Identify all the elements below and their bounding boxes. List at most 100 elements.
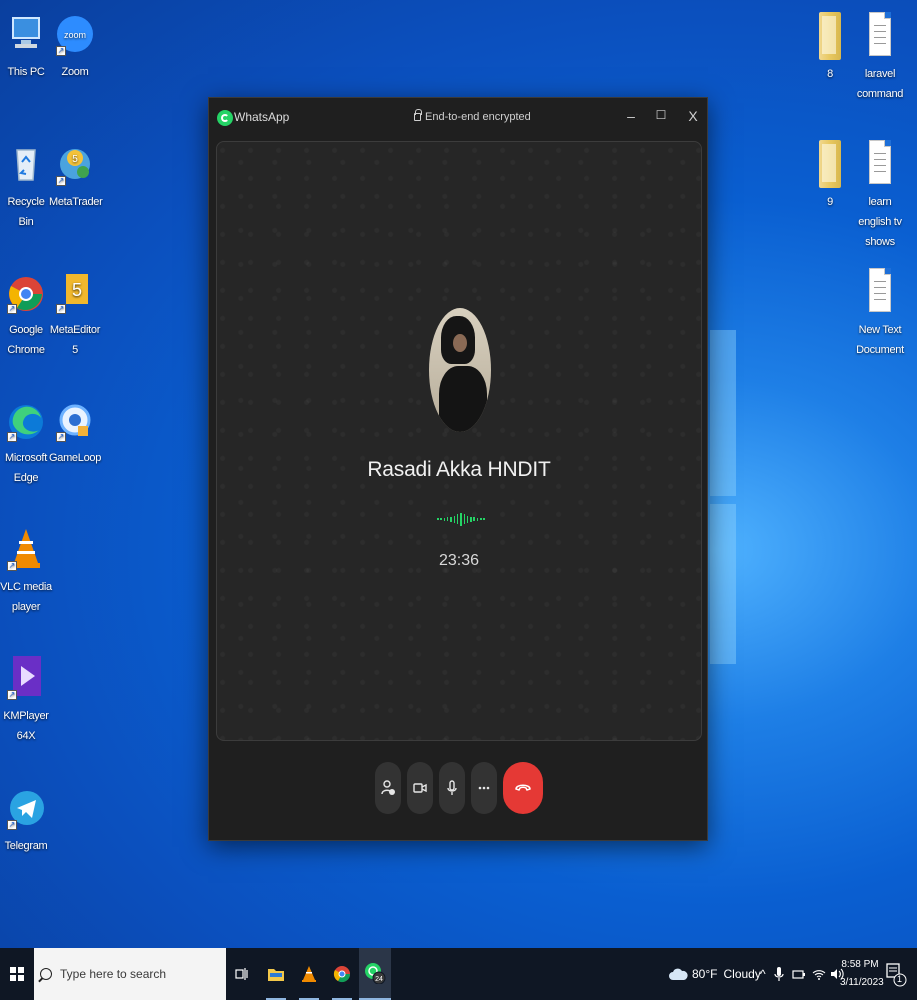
gameloop-icon: ↗: [56, 396, 94, 442]
video-button[interactable]: [407, 762, 433, 814]
tray-expand-icon[interactable]: ^: [760, 967, 766, 981]
desktop-icon-gameloop[interactable]: ↗ GameLoop: [49, 396, 101, 468]
desktop-icon-metaeditor[interactable]: 5 ↗ MetaEditor 5: [49, 268, 101, 360]
folder-icon: [811, 12, 849, 60]
end-call-icon: [515, 784, 531, 791]
end-call-button[interactable]: [503, 762, 543, 814]
clock-time: 8:58 PM: [841, 959, 879, 970]
microphone-in-use-icon[interactable]: [774, 966, 784, 982]
svg-text:zoom: zoom: [64, 30, 86, 40]
search-placeholder: Type here to search: [60, 967, 167, 981]
mute-button[interactable]: [439, 762, 465, 814]
desktop-icon-folder-8[interactable]: 8: [804, 12, 856, 84]
wallpaper-logo-pane: [710, 330, 736, 496]
desktop-icon-vlc[interactable]: ↗ VLC media player: [0, 525, 52, 617]
desktop-icon-metatrader[interactable]: 5 ↗ MetaTrader: [49, 140, 103, 212]
caller-name: Rasadi Akka HNDIT: [367, 458, 551, 481]
taskbar-vlc[interactable]: [293, 948, 325, 1000]
this-pc-icon: [7, 10, 45, 56]
desktop-icon-kmplayer[interactable]: ↗ KMPlayer 64X: [0, 654, 52, 746]
wallpaper-logo-pane: [710, 504, 736, 664]
folder-icon: [811, 140, 849, 188]
cloud-icon: [669, 968, 688, 980]
whatsapp-badge: 24: [375, 976, 383, 983]
vlc-icon: ↗: [7, 525, 45, 571]
taskbar-clock[interactable]: 8:58 PM 3/11/2023: [840, 956, 884, 992]
maximize-button[interactable]: ☐: [650, 108, 672, 122]
desktop-icon-this-pc[interactable]: This PC: [0, 10, 52, 82]
weather-desc: Cloudy: [723, 967, 761, 981]
shortcut-arrow-icon: ↗: [56, 304, 66, 314]
svg-text:5: 5: [72, 154, 78, 165]
minimize-button[interactable]: –: [620, 108, 642, 124]
lock-icon: [414, 109, 422, 121]
text-file-icon: [861, 140, 899, 186]
start-button[interactable]: [0, 948, 34, 1000]
shortcut-arrow-icon: ↗: [7, 304, 17, 314]
edge-icon: ↗: [7, 396, 45, 442]
battery-network-icon[interactable]: [792, 968, 806, 980]
window-title: WhatsApp: [234, 110, 290, 124]
add-participant-button[interactable]: [375, 762, 401, 814]
shortcut-arrow-icon: ↗: [7, 690, 17, 700]
shortcut-arrow-icon: ↗: [7, 561, 17, 571]
recycle-bin-icon: [7, 140, 45, 186]
desktop-icon-new-text-document[interactable]: New Text Document: [854, 268, 906, 360]
taskbar-file-explorer[interactable]: [260, 948, 292, 1000]
zoom-icon: zoom ↗: [56, 10, 94, 56]
metatrader-icon: 5 ↗: [56, 140, 94, 186]
desktop-icon-learn-english[interactable]: learn english tv shows: [854, 140, 906, 252]
call-duration: 23:36: [438, 552, 480, 569]
telegram-icon: ↗: [7, 784, 45, 830]
more-icon: [478, 786, 490, 790]
notification-icon: [886, 963, 907, 987]
taskbar: Type here to search 24 80°F Cloudy ^ 8:5…: [0, 948, 917, 1000]
taskbar-whatsapp[interactable]: 24: [359, 948, 391, 1000]
caller-avatar: [429, 308, 491, 432]
desktop-icon-zoom[interactable]: zoom ↗ Zoom: [49, 10, 101, 82]
clock-date: 3/11/2023: [840, 977, 884, 988]
task-view-button[interactable]: [226, 948, 258, 1000]
more-options-button[interactable]: [471, 762, 497, 814]
system-tray: ^: [760, 948, 844, 1000]
desktop-icon-recycle-bin[interactable]: Recycle Bin: [0, 140, 52, 232]
shortcut-arrow-icon: ↗: [56, 46, 66, 56]
shortcut-arrow-icon: ↗: [56, 432, 66, 442]
shortcut-arrow-icon: ↗: [7, 432, 17, 442]
desktop-icon-folder-9[interactable]: 9: [804, 140, 856, 212]
windows-logo-icon: [9, 966, 25, 982]
chrome-icon: [333, 966, 351, 983]
chrome-icon: ↗: [7, 268, 45, 314]
whatsapp-call-window[interactable]: WhatsApp End-to-end encrypted – ☐ X Rasa…: [208, 97, 708, 841]
shortcut-arrow-icon: ↗: [56, 176, 66, 186]
whatsapp-logo-icon: [217, 110, 233, 126]
kmplayer-icon: ↗: [7, 654, 45, 700]
window-titlebar[interactable]: WhatsApp End-to-end encrypted – ☐ X: [209, 98, 707, 140]
weather-widget[interactable]: 80°F Cloudy: [668, 948, 761, 1000]
text-file-icon: [861, 12, 899, 58]
encryption-notice: End-to-end encrypted: [414, 109, 531, 123]
add-person-icon: [381, 780, 395, 795]
desktop-icon-telegram[interactable]: ↗ Telegram: [0, 784, 52, 856]
audio-waveform-icon: [437, 512, 485, 526]
metaeditor-icon: 5 ↗: [56, 268, 94, 314]
desktop-icon-laravel-command[interactable]: laravel command: [854, 12, 906, 104]
call-panel: Rasadi Akka HNDIT 23:36: [216, 141, 702, 741]
file-explorer-icon: [268, 969, 284, 981]
desktop-icon-chrome[interactable]: ↗ Google Chrome: [0, 268, 52, 360]
close-button[interactable]: X: [682, 108, 704, 124]
taskbar-search[interactable]: Type here to search: [34, 948, 226, 1000]
wifi-icon[interactable]: [812, 968, 826, 980]
notification-center-button[interactable]: 1: [884, 960, 908, 988]
shortcut-arrow-icon: ↗: [7, 820, 17, 830]
taskbar-chrome[interactable]: [326, 948, 358, 1000]
notification-count: 1: [897, 974, 903, 984]
weather-temp: 80°F: [692, 967, 718, 981]
whatsapp-icon: 24: [365, 963, 386, 984]
desktop-icon-edge[interactable]: ↗ Microsoft Edge: [0, 396, 52, 488]
search-icon: [40, 968, 52, 980]
call-controls: [209, 762, 707, 814]
vlc-icon: [302, 966, 316, 982]
microphone-icon: [447, 780, 457, 795]
text-file-icon: [861, 268, 899, 314]
